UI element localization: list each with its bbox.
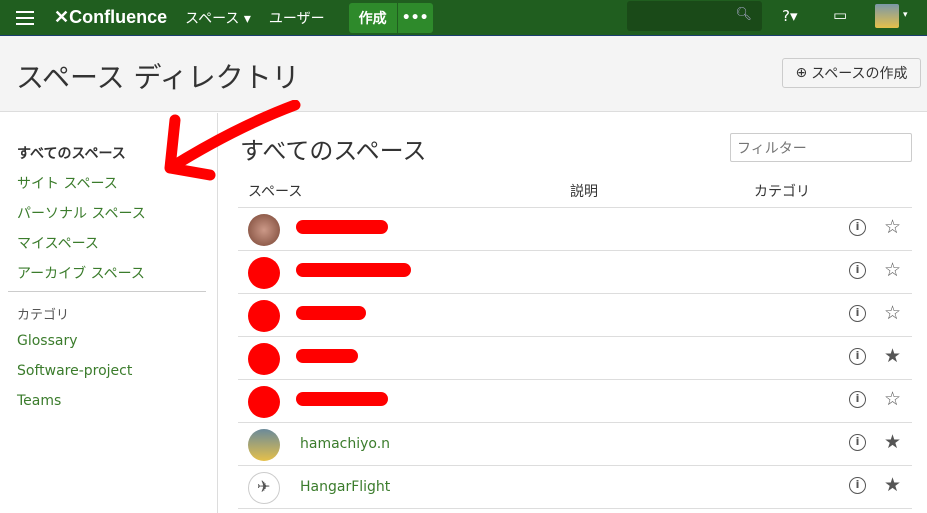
table-row[interactable]: i ☆	[238, 380, 912, 423]
search-input[interactable]: 🔍︎	[627, 1, 762, 31]
divider	[8, 291, 206, 292]
column-header-description[interactable]: 説明	[570, 181, 598, 201]
space-avatar[interactable]	[248, 343, 280, 375]
star-filled-icon[interactable]: ★	[884, 474, 901, 496]
filter-input[interactable]	[730, 133, 912, 162]
star-outline-icon[interactable]: ☆	[884, 259, 901, 281]
space-avatar[interactable]	[248, 257, 280, 289]
column-header-space[interactable]: スペース	[248, 181, 302, 201]
space-avatar[interactable]	[248, 429, 280, 461]
space-avatar[interactable]	[248, 214, 280, 246]
category-heading: カテゴリ	[17, 308, 70, 323]
sidebar-item-site[interactable]: サイト スペース	[17, 173, 118, 193]
column-header-category[interactable]: カテゴリ	[754, 181, 810, 201]
info-icon[interactable]: i	[849, 391, 866, 408]
space-name[interactable]: HangarFlight	[300, 479, 390, 495]
sidebar-item-personal[interactable]: パーソナル スペース	[17, 203, 146, 223]
info-icon[interactable]: i	[849, 348, 866, 365]
category-software-project[interactable]: Software-project	[17, 363, 132, 379]
star-outline-icon[interactable]: ☆	[884, 302, 901, 324]
category-teams[interactable]: Teams	[17, 393, 61, 409]
confluence-logo[interactable]: ✕Confluence	[54, 7, 167, 28]
star-outline-icon[interactable]: ☆	[884, 216, 901, 238]
star-filled-icon[interactable]: ★	[884, 431, 901, 453]
create-space-label: スペースの作成	[811, 66, 908, 82]
user-avatar[interactable]	[875, 4, 899, 28]
space-avatar[interactable]	[248, 386, 280, 418]
nav-users[interactable]: ユーザー	[269, 8, 325, 28]
info-icon[interactable]: i	[849, 305, 866, 322]
space-avatar[interactable]: ✈	[248, 472, 280, 504]
space-icon: ⊕	[795, 65, 808, 81]
info-icon[interactable]: i	[849, 219, 866, 236]
info-icon[interactable]: i	[849, 477, 866, 494]
table-row[interactable]: hamachiyo.n i ★	[238, 423, 912, 466]
star-filled-icon[interactable]: ★	[884, 345, 901, 367]
nav-spaces[interactable]: スペース ▾	[185, 8, 251, 28]
more-button[interactable]: •••	[396, 2, 433, 33]
table-row[interactable]: i ☆	[238, 251, 912, 294]
sidebar-item-all[interactable]: すべてのスペース	[17, 143, 126, 163]
create-space-button[interactable]: ⊕ スペースの作成	[782, 58, 921, 88]
redaction-mark	[296, 349, 358, 363]
page-title: スペース ディレクトリ	[16, 61, 300, 94]
inbox-icon[interactable]: ▭	[833, 6, 847, 24]
redaction-mark	[296, 306, 366, 320]
menu-icon[interactable]	[16, 10, 34, 25]
category-glossary[interactable]: Glossary	[17, 333, 78, 349]
sidebar-item-my[interactable]: マイスペース	[17, 233, 99, 253]
chevron-down-icon[interactable]: ▾	[903, 10, 908, 20]
info-icon[interactable]: i	[849, 262, 866, 279]
top-navigation: ✕Confluence スペース ▾ ユーザー 作成 ••• 🔍︎ ?▾ ▭ ▾	[0, 0, 927, 36]
redaction-mark	[296, 392, 388, 406]
create-button[interactable]: 作成	[348, 2, 397, 33]
sidebar-item-archive[interactable]: アーカイブ スペース	[17, 263, 145, 283]
table-row[interactable]: ✈ HangarFlight i ★	[238, 466, 912, 509]
section-title: すべてのスペース	[240, 137, 427, 165]
redaction-mark	[296, 263, 411, 277]
search-icon: 🔍︎	[735, 7, 752, 22]
info-icon[interactable]: i	[849, 434, 866, 451]
table-row[interactable]: i ★	[238, 337, 912, 380]
space-name[interactable]: hamachiyo.n	[300, 436, 390, 452]
space-avatar[interactable]	[248, 300, 280, 332]
table-row[interactable]: i ☆	[238, 208, 912, 251]
logo-text: Confluence	[69, 7, 168, 27]
table-row[interactable]: i ☆	[238, 294, 912, 337]
redaction-mark	[296, 220, 388, 234]
help-icon[interactable]: ?▾	[782, 7, 798, 25]
star-outline-icon[interactable]: ☆	[884, 388, 901, 410]
